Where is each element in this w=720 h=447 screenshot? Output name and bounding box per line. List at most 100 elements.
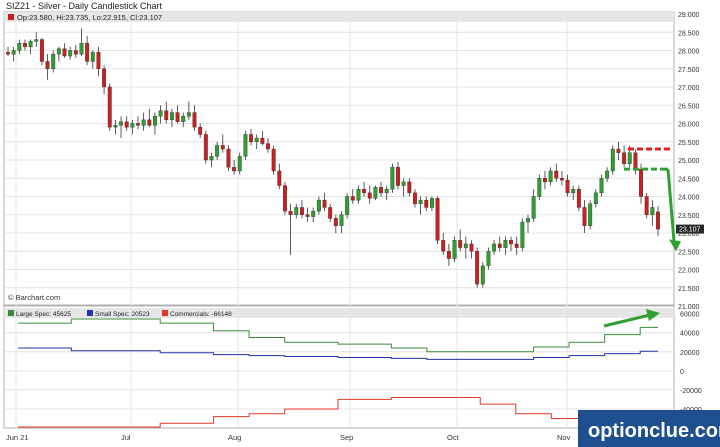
candle-body [226, 148, 231, 168]
candle-body [469, 243, 474, 252]
candle-body [333, 218, 338, 226]
candle-body [158, 110, 163, 117]
price-tick-label: 26.000 [678, 122, 700, 129]
candle-body [486, 251, 491, 267]
candle-body [316, 199, 321, 212]
candle-body [62, 48, 67, 57]
legend-swatch-large-spec [8, 310, 14, 316]
candle-body [599, 178, 604, 194]
candle-body [203, 134, 208, 161]
candle-body [396, 167, 400, 186]
cot-legend: Large Spec: 45625 Small Spec: 20523 Comm… [8, 310, 232, 318]
candle-body [379, 187, 383, 194]
candle-body [23, 43, 27, 48]
candle-body [254, 137, 259, 142]
candle-body [153, 115, 157, 126]
candle-body [288, 210, 293, 215]
candle [537, 174, 542, 201]
candle [644, 192, 649, 219]
watermark-logo: optionclue.com [578, 410, 720, 447]
candle-body [175, 112, 180, 122]
candle-body [232, 167, 237, 172]
candle-body [243, 134, 248, 157]
candle-body [605, 170, 610, 179]
candle-body [198, 126, 203, 135]
candle-body [328, 207, 333, 219]
price-tick-label: 24.500 [678, 176, 700, 183]
cot-tick-label: -20000 [680, 388, 702, 395]
source-credit: © Barchart.com [8, 293, 60, 302]
candle [475, 247, 480, 288]
chart-title: SIZ21 - Silver - Daily Candlestick Chart [6, 1, 163, 11]
candle-body [401, 181, 406, 186]
x-tick-label: Jun 21 [6, 433, 29, 442]
candle-body [362, 188, 367, 194]
candle-body [413, 192, 417, 205]
candle-body [34, 39, 39, 42]
watermark-text: optionclue.com [588, 420, 720, 442]
candle-body [435, 198, 440, 241]
last-price-label: 23.107 [679, 227, 701, 234]
price-tick-label: 21.500 [678, 286, 700, 293]
candle-body [458, 240, 463, 248]
candle-body [559, 178, 564, 181]
candle-body [322, 199, 327, 208]
x-tick-label: Aug [228, 433, 241, 442]
candle-body [283, 185, 287, 212]
candle-body [390, 167, 395, 190]
candle-body [277, 170, 282, 186]
x-tick-label: Sep [340, 433, 353, 442]
candle [576, 185, 581, 212]
price-tick-label: 22.000 [678, 268, 700, 275]
candle-body [186, 112, 191, 117]
candle-body [441, 240, 446, 252]
candle-body [294, 207, 299, 215]
candle [39, 37, 44, 66]
candle [435, 196, 440, 244]
candle-body [503, 240, 508, 248]
candle-body [526, 218, 530, 223]
candle-body [39, 39, 44, 62]
candle-body [51, 53, 56, 69]
candle [203, 130, 208, 164]
candle-body [181, 115, 186, 122]
cot-tick-label: 40000 [680, 331, 700, 338]
candle-body [367, 192, 372, 199]
candle-body [169, 112, 174, 121]
candle-body [271, 148, 276, 172]
candle-body [299, 207, 304, 215]
candle-body [73, 50, 78, 55]
candle [345, 192, 350, 219]
candle-body [593, 192, 598, 205]
candle-body [17, 43, 22, 51]
candle-body [543, 178, 547, 183]
candle [480, 262, 485, 288]
candle-body [582, 207, 587, 226]
candle-body [215, 145, 220, 157]
price-tick-label: 25.000 [678, 158, 700, 165]
candle-body [28, 41, 33, 48]
candle-body [102, 68, 107, 88]
candle-body [616, 148, 621, 153]
candle-body [554, 170, 559, 179]
cot-tick-label: 20000 [680, 350, 700, 357]
price-tick-label: 27.000 [678, 85, 700, 92]
price-tick-label: 26.500 [678, 103, 700, 110]
candle-body [345, 196, 350, 215]
x-tick-label: Nov [557, 433, 571, 442]
price-tick-label: 21.000 [678, 304, 700, 311]
candle-body [356, 188, 361, 201]
candle-body [571, 188, 576, 194]
legend-swatch-small-spec [87, 310, 93, 316]
candle-body [509, 240, 513, 245]
candle-body [6, 52, 10, 55]
candle-body [141, 119, 146, 126]
candle-body [209, 156, 214, 161]
ohlc-legend-swatch [8, 14, 14, 20]
legend-commercials: Commercials: -66148 [170, 311, 232, 318]
candle-body [90, 52, 95, 62]
candle-body [124, 121, 129, 128]
candle [452, 236, 457, 263]
candle-body [350, 196, 355, 201]
candle-body [531, 196, 536, 219]
